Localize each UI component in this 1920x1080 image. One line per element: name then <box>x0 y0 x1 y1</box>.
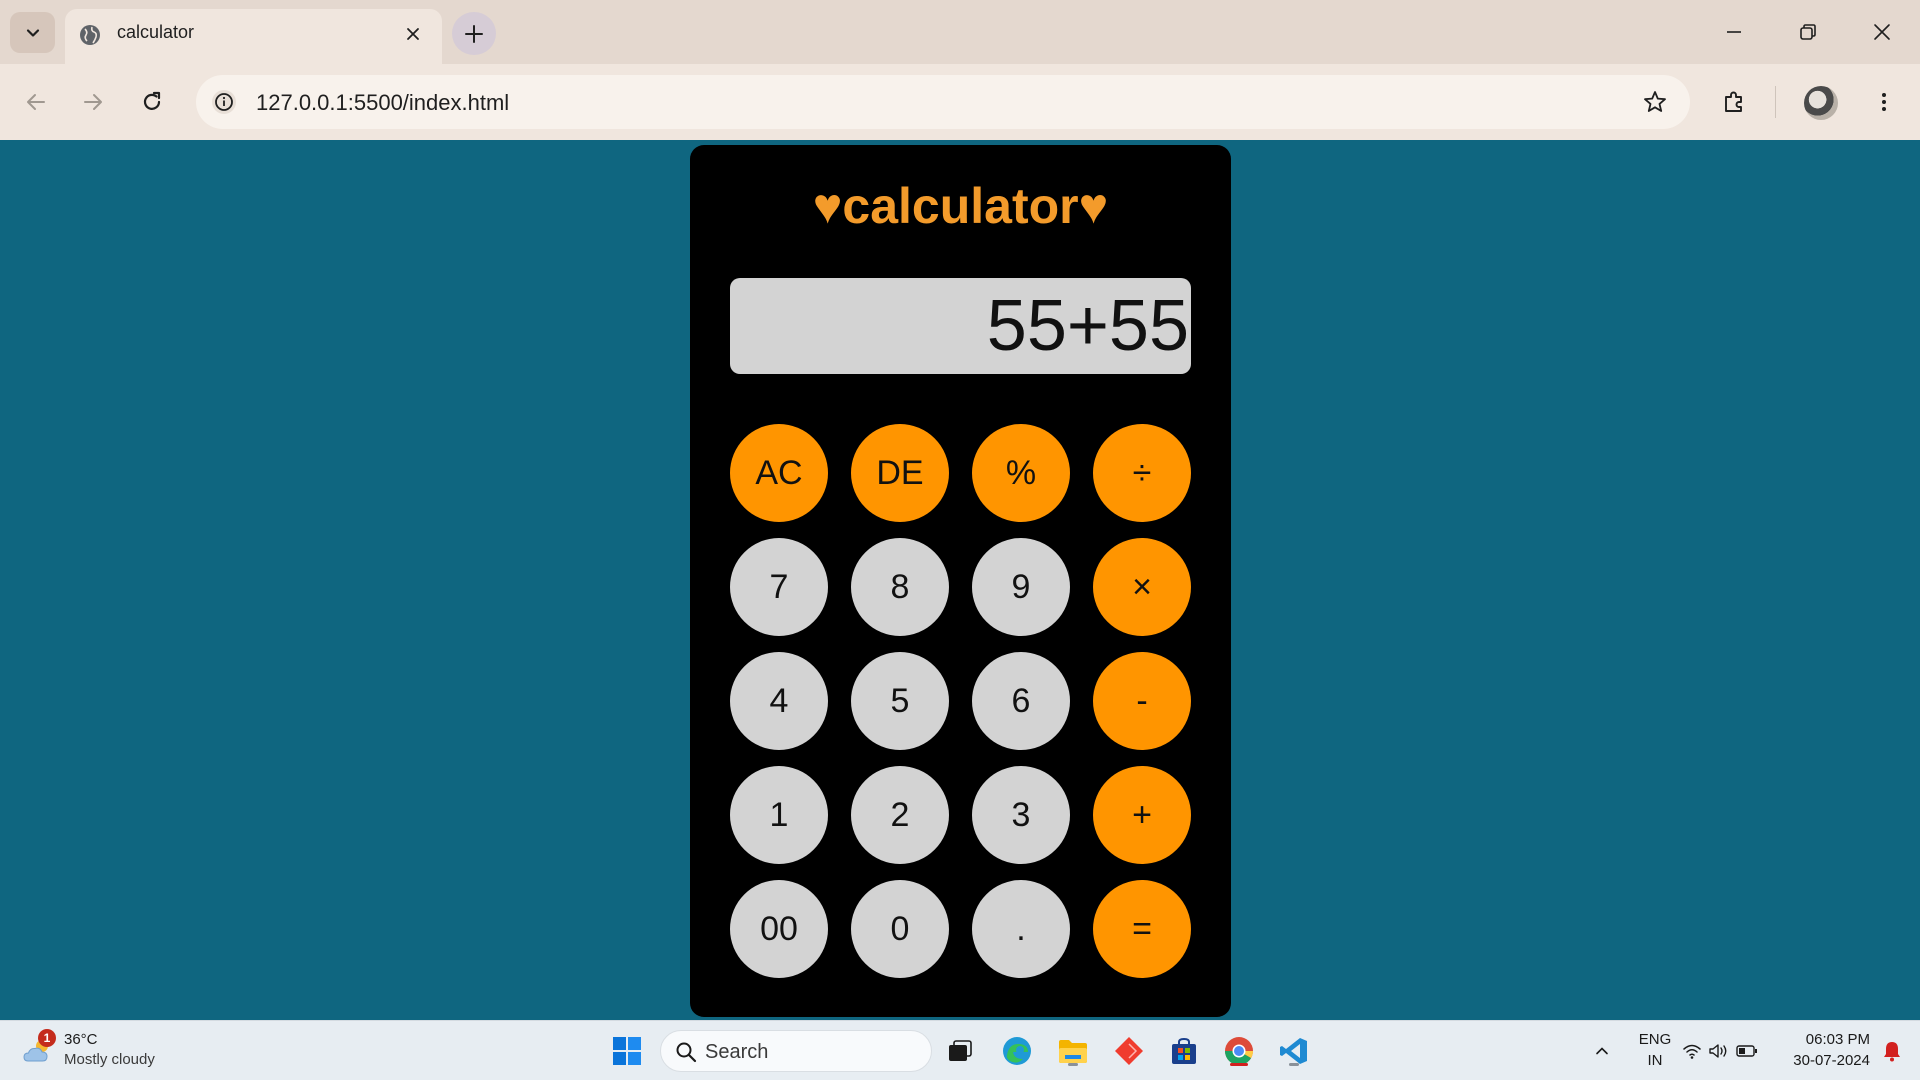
volume-icon <box>1709 1044 1727 1058</box>
weather-description: Mostly cloudy <box>64 1051 155 1068</box>
delete-button[interactable]: DE <box>851 424 949 522</box>
back-button[interactable] <box>18 84 54 120</box>
address-bar[interactable]: 127.0.0.1:5500/index.html <box>196 75 1690 129</box>
digit-9-button[interactable]: 9 <box>972 538 1070 636</box>
digit-7-button[interactable]: 7 <box>730 538 828 636</box>
puzzle-icon <box>1725 91 1742 112</box>
equals-button[interactable]: = <box>1093 880 1191 978</box>
search-icon <box>676 1042 697 1063</box>
plus-icon <box>465 24 483 43</box>
restore-icon <box>1800 24 1816 40</box>
clock-time: 06:03 PM <box>1805 1031 1870 1048</box>
new-tab-button[interactable] <box>452 12 496 55</box>
close-icon <box>407 28 419 40</box>
browser-tab-bar: calculator <box>0 0 1920 64</box>
toolbar-separator <box>1775 86 1776 118</box>
digit-4-button[interactable]: 4 <box>730 652 828 750</box>
calculator-display[interactable]: 55+55 <box>730 278 1191 374</box>
minimize-button[interactable] <box>1720 18 1748 46</box>
digit-0-button[interactable]: 0 <box>851 880 949 978</box>
taskbar-search-box[interactable]: Search <box>660 1030 932 1072</box>
file-explorer-taskbar-button[interactable] <box>1055 1033 1091 1069</box>
clock-date: 30-07-2024 <box>1793 1052 1870 1069</box>
double-zero-button[interactable]: 00 <box>730 880 828 978</box>
decimal-button[interactable]: . <box>972 880 1070 978</box>
digit-5-button[interactable]: 5 <box>851 652 949 750</box>
more-vertical-icon <box>1882 93 1886 111</box>
add-button[interactable]: + <box>1093 766 1191 864</box>
task-view-button[interactable] <box>942 1033 978 1069</box>
tab-search-button[interactable] <box>10 12 55 53</box>
restore-button[interactable] <box>1794 18 1822 46</box>
arrow-right-icon <box>84 94 102 110</box>
running-indicator <box>1068 1063 1078 1066</box>
wifi-icon <box>1683 1044 1701 1059</box>
active-indicator <box>1230 1063 1248 1066</box>
language-code: ENG <box>1638 1031 1672 1048</box>
search-label: Search <box>705 1041 769 1063</box>
store-taskbar-button[interactable] <box>1166 1033 1202 1069</box>
percent-button[interactable]: % <box>972 424 1070 522</box>
calculator-title: ♥calculator♥ <box>812 178 1109 234</box>
globe-icon <box>80 25 100 45</box>
reload-icon <box>143 91 161 110</box>
extensions-button[interactable] <box>1716 84 1752 120</box>
show-hidden-icons-button[interactable] <box>1584 1033 1620 1069</box>
tab-calculator[interactable]: calculator <box>65 9 442 64</box>
multiply-button[interactable]: × <box>1093 538 1191 636</box>
url-text: 127.0.0.1:5500/index.html <box>256 90 510 115</box>
browser-toolbar: 127.0.0.1:5500/index.html <box>0 64 1920 140</box>
arrow-left-icon <box>27 94 45 110</box>
digit-1-button[interactable]: 1 <box>730 766 828 864</box>
digit-3-button[interactable]: 3 <box>972 766 1070 864</box>
subtract-button[interactable]: - <box>1093 652 1191 750</box>
windows-logo-icon <box>613 1037 641 1065</box>
start-button[interactable] <box>609 1033 645 1069</box>
all-clear-button[interactable]: AC <box>730 424 828 522</box>
task-view-icon <box>949 1040 972 1061</box>
quick-settings-button[interactable] <box>1678 1033 1762 1069</box>
forward-button[interactable] <box>75 84 111 120</box>
digit-6-button[interactable]: 6 <box>972 652 1070 750</box>
weather-notification-badge: 1 <box>38 1029 56 1047</box>
chevron-down-icon <box>26 28 39 37</box>
bell-icon <box>1884 1042 1900 1062</box>
divide-button[interactable]: ÷ <box>1093 424 1191 522</box>
digit-2-button[interactable]: 2 <box>851 766 949 864</box>
edge-taskbar-button[interactable] <box>999 1033 1035 1069</box>
tab-title: calculator <box>117 22 195 42</box>
profile-avatar[interactable] <box>1804 86 1838 120</box>
folder-icon <box>1059 1040 1087 1063</box>
notifications-button[interactable] <box>1874 1033 1910 1069</box>
close-window-button[interactable] <box>1868 18 1896 46</box>
star-icon[interactable] <box>1642 89 1668 115</box>
chrome-taskbar-button[interactable] <box>1221 1033 1257 1069</box>
taskbar: 1 36°C Mostly cloudy Search ENG IN 06:03… <box>0 1020 1920 1080</box>
running-indicator <box>1289 1063 1299 1066</box>
battery-icon <box>1736 1045 1757 1057</box>
chevron-up-icon <box>1596 1047 1608 1055</box>
git-app-taskbar-button[interactable] <box>1111 1033 1147 1069</box>
store-bag-icon <box>1172 1037 1196 1064</box>
tab-close-button[interactable] <box>401 22 425 46</box>
site-info-icon[interactable] <box>210 88 238 116</box>
region-code: IN <box>1647 1052 1663 1069</box>
reload-button[interactable] <box>134 84 170 120</box>
browser-menu-button[interactable] <box>1866 84 1902 120</box>
weather-temperature: 36°C <box>64 1031 98 1048</box>
vscode-taskbar-button[interactable] <box>1276 1033 1312 1069</box>
calculator: ♥calculator♥ 55+55 AC DE% ÷ 7 8 9 × 4 5 6- 1 2 3 +00 0… <box>690 145 1231 1017</box>
minimize-icon <box>1727 31 1741 33</box>
git-diamond-icon <box>1115 1037 1143 1065</box>
close-icon <box>1874 24 1890 40</box>
edge-icon <box>1003 1037 1031 1065</box>
digit-8-button[interactable]: 8 <box>851 538 949 636</box>
